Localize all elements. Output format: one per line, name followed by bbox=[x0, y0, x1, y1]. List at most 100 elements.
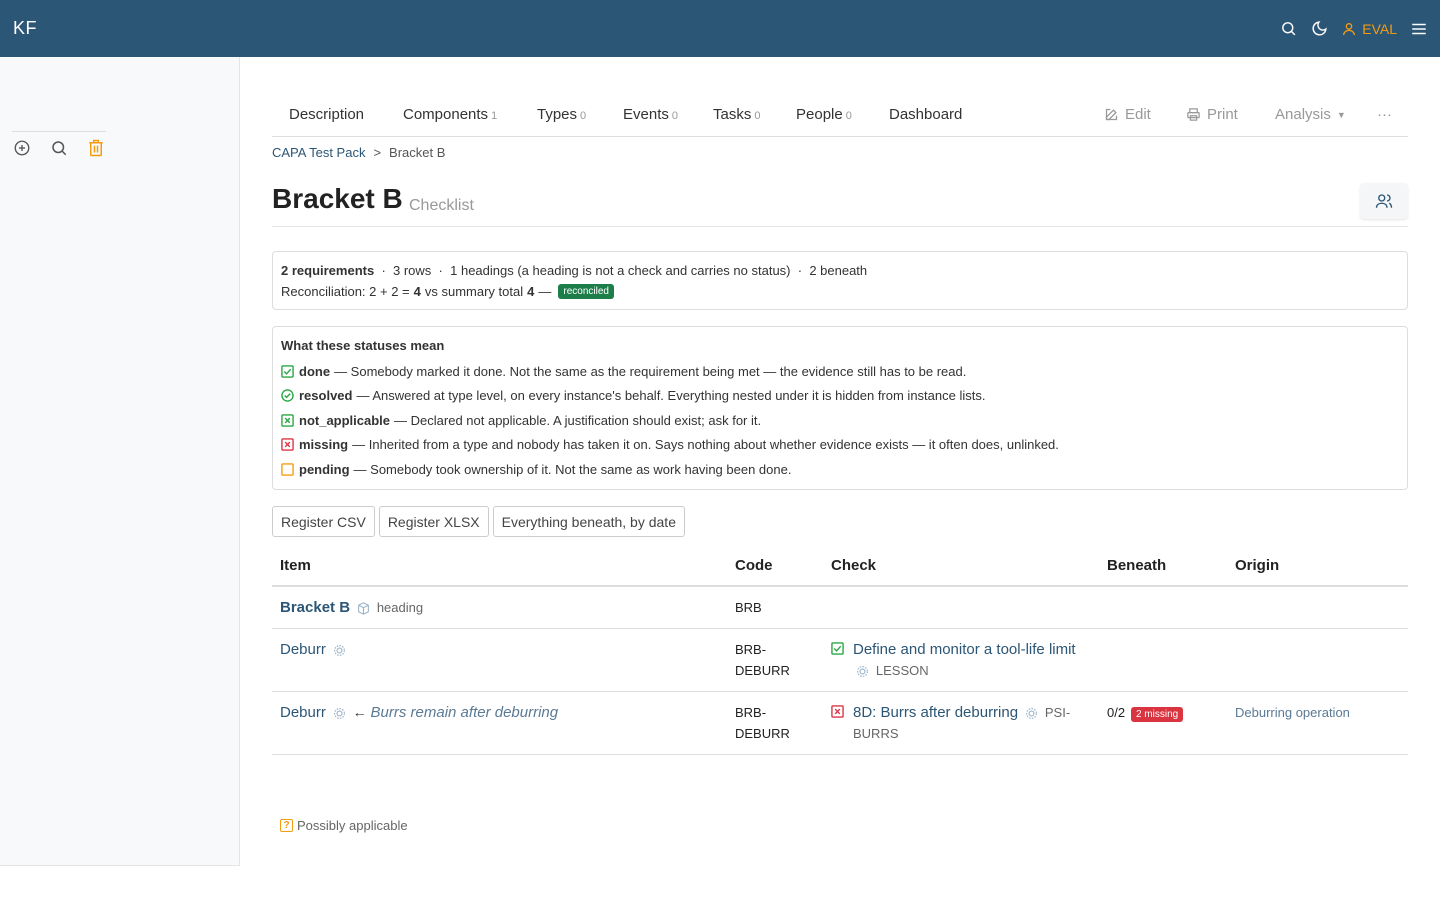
sidebar-search-icon[interactable] bbox=[49, 138, 68, 157]
tab-count: 0 bbox=[754, 110, 761, 122]
hamburger-menu-icon[interactable] bbox=[1410, 20, 1428, 38]
analysis-label: Analysis bbox=[1275, 106, 1331, 123]
question-square-icon: ? bbox=[280, 819, 293, 832]
legend-status: done bbox=[299, 363, 331, 379]
item-cell: Bracket B heading bbox=[272, 586, 727, 629]
tab-label: Types bbox=[537, 106, 578, 123]
main-content: Description Components 1 Types 0 Events 0 T… bbox=[272, 57, 1408, 833]
check-cell bbox=[823, 586, 1099, 629]
footnote: ? Possibly applicable bbox=[280, 818, 408, 833]
edit-icon bbox=[1105, 108, 1118, 121]
search-icon[interactable] bbox=[1279, 20, 1297, 38]
recon-mid: vs summary total bbox=[424, 284, 524, 299]
beneath-count: 2 beneath bbox=[809, 263, 868, 278]
checklist-table: Item Code Check Beneath Origin Bracket B… bbox=[272, 546, 1408, 755]
beneath-cell bbox=[1099, 586, 1227, 629]
more-options-button[interactable]: ··· bbox=[1377, 106, 1392, 123]
register-csv-button[interactable]: Register CSV bbox=[272, 506, 375, 537]
item-link[interactable]: Deburr bbox=[280, 704, 326, 721]
tab-dashboard[interactable]: Dashboard bbox=[889, 106, 962, 123]
summary-card: 2 requirements · 3 rows · 1 headings (a … bbox=[272, 251, 1408, 310]
footnote-text: Possibly applicable bbox=[297, 818, 408, 833]
code-cell: BRB- DEBURR bbox=[727, 628, 823, 692]
legend-text: — Answered at type level, on every insta… bbox=[356, 388, 986, 404]
edit-button[interactable]: Edit bbox=[1104, 106, 1151, 123]
separator-dot: · bbox=[797, 263, 803, 278]
cube-icon bbox=[358, 602, 369, 615]
reconciled-badge: reconciled bbox=[558, 284, 614, 299]
missing-badge[interactable]: 2 missing bbox=[1130, 707, 1184, 722]
legend-status: missing bbox=[299, 437, 349, 453]
code-text: BRB bbox=[735, 600, 762, 615]
reconciliation-line: Reconciliation: 2 + 2 = 4 vs summary tot… bbox=[281, 284, 1399, 299]
col-item: Item bbox=[272, 546, 727, 587]
register-xlsx-button[interactable]: Register XLSX bbox=[378, 506, 489, 537]
analysis-dropdown[interactable]: Analysis ▼ bbox=[1275, 106, 1346, 123]
legend-status: pending bbox=[299, 461, 350, 477]
add-circle-icon[interactable] bbox=[12, 138, 31, 157]
beneath-cell: 0/2 2 missing bbox=[1099, 691, 1227, 755]
breadcrumb: CAPA Test Pack > Bracket B bbox=[272, 145, 445, 160]
gear-icon bbox=[333, 644, 345, 656]
beneath-cell bbox=[1099, 628, 1227, 692]
print-label: Print bbox=[1207, 106, 1238, 123]
top-bar-actions: EVAL bbox=[1279, 20, 1428, 38]
check-tag: PSI- bbox=[1044, 705, 1071, 720]
user-icon bbox=[1343, 22, 1356, 35]
everything-beneath-button[interactable]: Everything beneath, by date bbox=[492, 506, 685, 537]
tab-bar: Description Components 1 Types 0 Events 0 T… bbox=[272, 57, 1408, 137]
check-link[interactable]: Define and monitor a tool-life limit bbox=[853, 641, 1076, 658]
edit-label: Edit bbox=[1125, 106, 1151, 123]
item-link[interactable]: Deburr bbox=[280, 641, 326, 658]
col-origin: Origin bbox=[1227, 546, 1408, 587]
tab-components[interactable]: Components 1 bbox=[403, 106, 497, 123]
tab-description[interactable]: Description bbox=[289, 106, 364, 123]
breadcrumb-separator: > bbox=[373, 145, 382, 160]
tab-label: Dashboard bbox=[889, 106, 963, 123]
check-link[interactable]: 8D: Burrs after deburring bbox=[853, 704, 1018, 721]
code-cell: BRB- DEBURR bbox=[727, 691, 823, 755]
top-bar: KF EVAL bbox=[0, 0, 1440, 57]
tab-people[interactable]: People 0 bbox=[796, 106, 852, 123]
code-text: BRB- bbox=[735, 705, 767, 720]
people-button[interactable] bbox=[1360, 183, 1408, 219]
table-header-row: Item Code Check Beneath Origin bbox=[272, 546, 1408, 587]
tab-label: Components bbox=[403, 106, 489, 123]
tab-label: Events bbox=[623, 106, 669, 123]
caret-down-icon: ▼ bbox=[1336, 109, 1346, 120]
status-legend: What these statuses mean done — Somebody… bbox=[272, 326, 1408, 490]
tab-tasks[interactable]: Tasks 0 bbox=[713, 106, 760, 123]
legend-title: What these statuses mean bbox=[281, 338, 445, 353]
tab-events[interactable]: Events 0 bbox=[623, 106, 678, 123]
code-text: DEBURR bbox=[735, 726, 790, 741]
brand-logo[interactable]: KF bbox=[13, 18, 37, 39]
rows-count: 3 rows bbox=[393, 263, 432, 278]
item-link[interactable]: Bracket B bbox=[280, 599, 350, 616]
legend-row-resolved: resolved — Answered at type level, on ev… bbox=[281, 384, 1399, 409]
table-row: Deburr ← Burrs remain after deburring BR… bbox=[272, 691, 1408, 755]
origin-cell: Deburring operation bbox=[1227, 691, 1408, 755]
x-square-icon bbox=[281, 413, 294, 427]
separator-dot: · bbox=[381, 263, 386, 278]
tab-types[interactable]: Types 0 bbox=[537, 106, 586, 123]
gear-icon bbox=[857, 665, 868, 677]
headings-count: 1 headings (a heading is not a check and… bbox=[450, 263, 791, 278]
item-note-link[interactable]: Burrs remain after deburring bbox=[371, 704, 559, 721]
page-title: Bracket B bbox=[272, 183, 403, 214]
print-button[interactable]: Print bbox=[1186, 106, 1238, 123]
square-icon bbox=[281, 462, 294, 476]
user-menu[interactable]: EVAL bbox=[1341, 21, 1397, 37]
col-beneath: Beneath bbox=[1099, 546, 1227, 587]
check-tag: BURRS bbox=[853, 726, 899, 741]
dark-mode-icon[interactable] bbox=[1310, 20, 1328, 38]
table-row: Bracket B heading BRB bbox=[272, 586, 1408, 629]
trash-icon[interactable] bbox=[86, 138, 105, 157]
recon-value: 4 bbox=[413, 284, 421, 299]
legend-text: — Declared not applicable. A justificati… bbox=[394, 412, 762, 428]
breadcrumb-parent-link[interactable]: CAPA Test Pack bbox=[272, 145, 365, 160]
export-buttons: Register CSV Register XLSX Everything be… bbox=[272, 506, 685, 537]
origin-cell bbox=[1227, 586, 1408, 629]
gear-icon bbox=[1026, 707, 1037, 719]
origin-link[interactable]: Deburring operation bbox=[1235, 705, 1350, 720]
user-name: EVAL bbox=[1362, 20, 1397, 37]
